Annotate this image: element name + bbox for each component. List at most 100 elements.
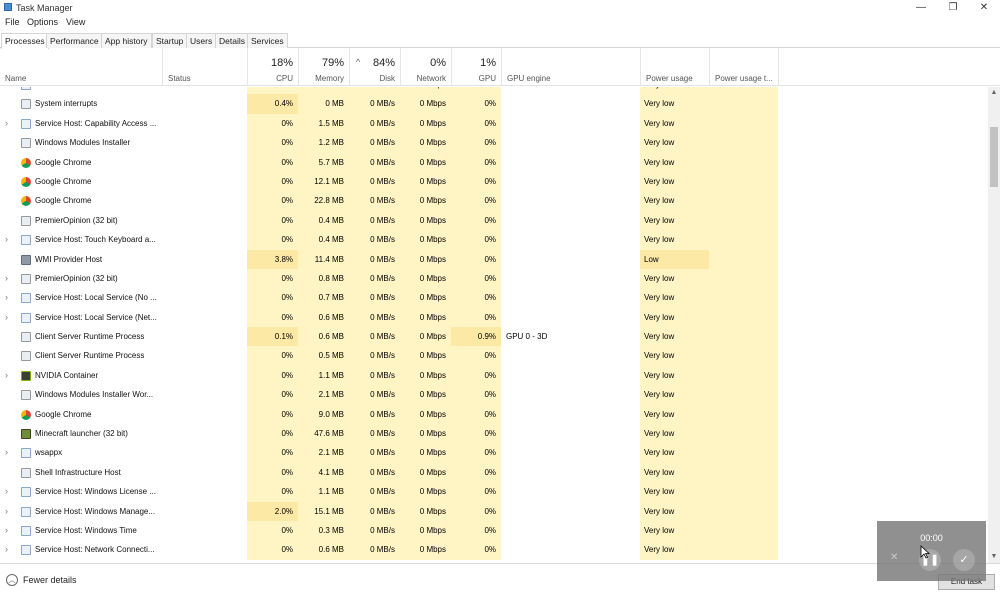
gpu-cell: 0.9% — [451, 327, 501, 347]
header-gpu-engine[interactable]: GPU engine — [501, 48, 640, 86]
table-row[interactable]: Windows Modules Installer Wor... 0% 2.1 MB… — [0, 385, 988, 405]
power-usage-cell: Very low — [640, 87, 709, 95]
table-row[interactable]: › Service Host: Windows License ... 0% 1.1 … — [0, 482, 988, 502]
power-usage-cell: Very low — [640, 191, 709, 211]
table-row[interactable]: Google Chrome 0% 12.1 MB 0 MB/s 0 Mbps 0% Very… — [0, 171, 988, 192]
cancel-recording-icon[interactable]: ✕ — [890, 552, 898, 563]
disk-cell: 0 MB/s — [349, 171, 400, 192]
table-row[interactable]: Shell Infrastructure Host 0% 4.1 MB 0 MB/s 0… — [0, 462, 988, 483]
chevron-right-icon[interactable]: › — [5, 114, 8, 133]
table-row[interactable]: › Service Host: Windows Time 0% 0.3 MB 0 MB/… — [0, 520, 988, 541]
table-row[interactable]: › Service Host: Local Service (Net... 0% 0.… — [0, 307, 988, 328]
network-cell: 0 Mbps — [400, 404, 451, 425]
status-cell — [162, 153, 247, 172]
chevron-right-icon[interactable]: › — [5, 288, 8, 307]
power-usage-cell: Very low — [640, 365, 709, 386]
minimize-button[interactable]: — — [906, 0, 936, 16]
status-cell — [162, 114, 247, 133]
disk-cell: 0 MB/s — [349, 327, 400, 347]
chevron-right-icon[interactable]: › — [5, 366, 8, 385]
chevron-right-icon[interactable]: › — [5, 540, 8, 559]
vertical-scrollbar[interactable]: ▲ ▼ — [988, 87, 1000, 563]
chevron-right-icon[interactable]: › — [5, 482, 8, 501]
chevron-right-icon[interactable]: › — [5, 230, 8, 249]
table-row[interactable]: › Service Host: Local Service (No ... 0% 0.… — [0, 288, 988, 308]
cpu-cell: 0% — [247, 171, 298, 192]
chevron-right-icon[interactable]: › — [5, 269, 8, 288]
table-row[interactable]: › wsappx 0% 2.1 MB 0 MB/s 0 Mbps 0% Very low — [0, 443, 988, 463]
gpu-cell: 0% — [451, 462, 501, 483]
tab-startup[interactable]: Startup — [152, 33, 188, 48]
table-row[interactable]: › Service Host: Network Connecti... 0% 0.6 … — [0, 540, 988, 560]
header-name[interactable]: Name — [0, 48, 162, 86]
header-status[interactable]: Status — [162, 48, 247, 86]
table-row[interactable]: ›Service Host: WinHTTP Web Pro...0%0.9 M… — [0, 87, 988, 95]
table-row[interactable]: › Service Host: Capability Access ... 0% 1.… — [0, 113, 988, 134]
scroll-up-icon[interactable]: ▲ — [988, 87, 1000, 99]
tab-processes[interactable]: Processes — [1, 33, 49, 49]
status-cell — [162, 482, 247, 501]
gpu-cell: 0% — [451, 404, 501, 425]
cpu-cell: 3.8% — [247, 249, 298, 269]
service-icon — [21, 506, 31, 517]
fewer-details-link[interactable]: Fewer details — [23, 575, 77, 585]
status-cell — [162, 521, 247, 540]
table-row[interactable]: Client Server Runtime Process 0% 0.5 MB 0 M… — [0, 346, 988, 366]
scroll-thumb[interactable] — [990, 127, 998, 187]
header-memory[interactable]: 79% Memory — [298, 48, 349, 86]
chevron-right-icon[interactable]: › — [5, 521, 8, 540]
scroll-down-icon[interactable]: ▼ — [988, 551, 1000, 563]
disk-cell: 0 MB/s — [349, 307, 400, 328]
chevron-up-circle-icon[interactable]: ︿ — [6, 574, 18, 586]
chrome-icon — [21, 176, 31, 187]
close-button[interactable]: ✕ — [969, 0, 999, 16]
chrome-icon — [21, 157, 31, 168]
gpu-cell: 0% — [451, 540, 501, 560]
cpu-cell: 0% — [247, 191, 298, 211]
table-row[interactable]: › PremierOpinion (32 bit) 0% 0.8 MB 0 MB/s 0 … — [0, 268, 988, 289]
chevron-right-icon[interactable]: › — [5, 87, 8, 94]
table-row[interactable]: PremierOpinion (32 bit) 0% 0.4 MB 0 MB/s 0 M… — [0, 210, 988, 231]
tab-details[interactable]: Details — [215, 33, 249, 48]
table-row[interactable]: Minecraft launcher (32 bit) 0% 47.6 MB 0 MB… — [0, 424, 988, 444]
power-usage-cell: Very low — [640, 268, 709, 289]
menu-file[interactable]: File — [5, 17, 20, 27]
maximize-button[interactable]: ❐ — [938, 0, 968, 16]
table-row[interactable]: Google Chrome 0% 5.7 MB 0 MB/s 0 Mbps 0% Very … — [0, 152, 988, 172]
table-row[interactable]: Client Server Runtime Process 0.1% 0.6 MB 0… — [0, 327, 988, 347]
header-power-usage[interactable]: Power usage — [640, 48, 709, 86]
footer-bar: ︿ Fewer details End task — [0, 563, 1000, 596]
header-power-usage-trend[interactable]: Power usage t... — [709, 48, 778, 86]
menu-options[interactable]: Options — [27, 17, 58, 27]
header-network[interactable]: 0% Network — [400, 48, 451, 86]
header-disk[interactable]: ^ 84% Disk — [349, 48, 400, 86]
memory-cell: 0.9 MB — [298, 87, 349, 95]
table-row[interactable]: Google Chrome 0% 9.0 MB 0 MB/s 0 Mbps 0% Very … — [0, 404, 988, 425]
menu-view[interactable]: View — [66, 17, 85, 27]
status-cell — [162, 502, 247, 521]
cpu-cell: 0% — [247, 404, 298, 425]
gpu-cell: 0% — [451, 307, 501, 328]
gpu-cell: 0% — [451, 501, 501, 521]
table-row[interactable]: › NVIDIA Container 0% 1.1 MB 0 MB/s 0 Mbps 0% V… — [0, 365, 988, 386]
table-row[interactable]: WMI Provider Host 3.8% 11.4 MB 0 MB/s 0 Mbps… — [0, 249, 988, 269]
tab-performance[interactable]: Performance — [46, 33, 103, 48]
table-row[interactable]: › Service Host: Windows Manage... 2.0% 15.1… — [0, 501, 988, 521]
chevron-right-icon[interactable]: › — [5, 308, 8, 327]
tab-users[interactable]: Users — [186, 33, 217, 48]
process-name: System interrupts — [35, 99, 98, 109]
gpu-engine-cell — [501, 540, 640, 559]
process-table: ›Service Host: WinHTTP Web Pro...0%0.9 M… — [0, 87, 988, 563]
table-row[interactable]: System interrupts 0.4% 0 MB 0 MB/s 0 Mbps 0% V… — [0, 94, 988, 114]
network-cell: 0 Mbps — [400, 385, 451, 405]
header-cpu[interactable]: 18% CPU — [247, 48, 298, 86]
table-row[interactable]: Windows Modules Installer 0% 1.2 MB 0 MB/s 0… — [0, 133, 988, 153]
table-row[interactable]: › Service Host: Touch Keyboard a... 0% 0.4 … — [0, 230, 988, 250]
tab-services[interactable]: Services — [247, 33, 288, 48]
table-row[interactable]: Google Chrome 0% 22.8 MB 0 MB/s 0 Mbps 0% Very… — [0, 191, 988, 211]
chevron-right-icon[interactable]: › — [5, 443, 8, 462]
tab-app-history[interactable]: App history — [101, 33, 152, 48]
confirm-recording-button[interactable]: ✓ — [953, 549, 975, 571]
header-gpu[interactable]: 1% GPU — [451, 48, 501, 86]
chevron-right-icon[interactable]: › — [5, 502, 8, 521]
